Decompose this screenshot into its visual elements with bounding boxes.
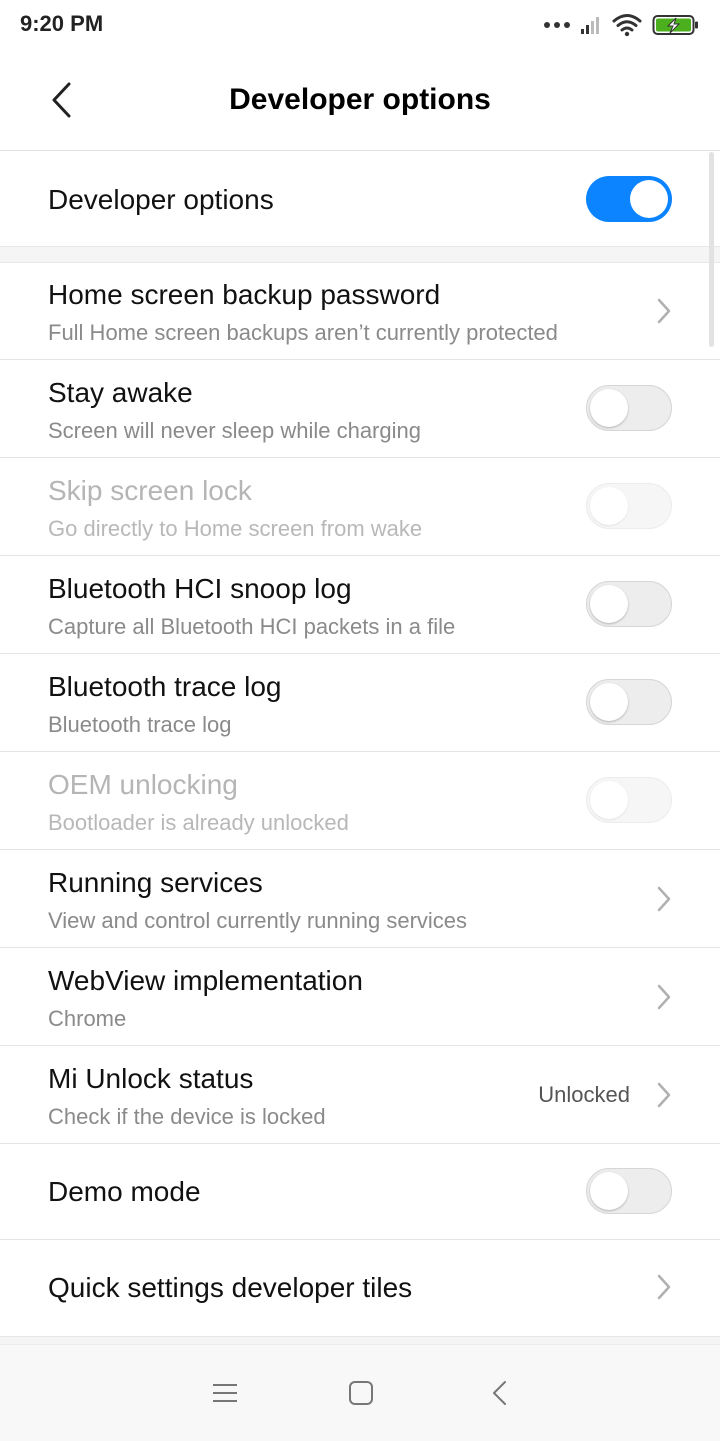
- bluetooth-trace-log-toggle[interactable]: [586, 679, 672, 725]
- toggle-knob: [590, 585, 628, 623]
- home-button[interactable]: [341, 1373, 381, 1413]
- scrollbar[interactable]: [709, 152, 714, 347]
- chevron-right-icon: [657, 1274, 671, 1300]
- dots-icon: [544, 22, 570, 28]
- setting-bluetooth-hci-snoop-log[interactable]: Bluetooth HCI snoop log Capture all Blue…: [0, 556, 720, 654]
- home-icon: [349, 1381, 373, 1405]
- setting-title: WebView implementation: [48, 965, 363, 996]
- setting-subtitle: Bluetooth trace log: [48, 712, 232, 737]
- setting-title: Quick settings developer tiles: [48, 1272, 413, 1303]
- setting-subtitle: Chrome: [48, 1006, 127, 1031]
- status-bar: 9:20 PM: [0, 0, 720, 50]
- setting-title: Bluetooth HCI snoop log: [48, 573, 352, 604]
- setting-bluetooth-trace-log[interactable]: Bluetooth trace log Bluetooth trace log: [0, 654, 720, 752]
- setting-title: Demo mode: [48, 1176, 201, 1207]
- menu-icon: [213, 1384, 237, 1402]
- header: Developer options: [0, 50, 720, 151]
- setting-title: Mi Unlock status: [48, 1063, 254, 1094]
- toggle-knob: [590, 487, 628, 525]
- chevron-right-icon: [657, 1082, 671, 1108]
- mi-unlock-status-value: Unlocked: [538, 1082, 630, 1107]
- recent-apps-button[interactable]: [205, 1373, 245, 1413]
- toggle-knob: [590, 1172, 628, 1210]
- back-icon: [493, 1381, 506, 1405]
- chevron-right-icon: [657, 984, 671, 1010]
- status-time: 9:20 PM: [20, 11, 104, 36]
- setting-stay-awake[interactable]: Stay awake Screen will never sleep while…: [0, 360, 720, 458]
- status-icons: [544, 12, 700, 38]
- toggle-knob: [590, 389, 628, 427]
- chevron-right-icon: [657, 298, 671, 324]
- setting-subtitle: View and control currently running servi…: [48, 908, 468, 933]
- setting-mi-unlock-status[interactable]: Mi Unlock status Check if the device is …: [0, 1046, 720, 1144]
- setting-quick-settings-developer-tiles[interactable]: Quick settings developer tiles: [0, 1240, 720, 1335]
- stay-awake-toggle[interactable]: [586, 385, 672, 431]
- setting-subtitle: Full Home screen backups aren’t currentl…: [48, 320, 558, 345]
- toggle-knob: [590, 683, 628, 721]
- setting-subtitle: Check if the device is locked: [48, 1104, 326, 1129]
- setting-home-screen-backup-password[interactable]: Home screen backup password Full Home sc…: [0, 262, 720, 360]
- battery-charging-icon: [652, 15, 698, 35]
- setting-subtitle: Bootloader is already unlocked: [48, 810, 349, 835]
- setting-webview-implementation[interactable]: WebView implementation Chrome: [0, 948, 720, 1046]
- system-back-button[interactable]: [480, 1373, 520, 1413]
- setting-oem-unlocking: OEM unlocking Bootloader is already unlo…: [0, 752, 720, 850]
- toggle-knob: [630, 180, 668, 218]
- setting-title: Bluetooth trace log: [48, 671, 282, 702]
- setting-title: Home screen backup password: [48, 279, 441, 310]
- setting-title: Running services: [48, 867, 263, 898]
- settings-list: Home screen backup password Full Home sc…: [0, 262, 720, 1335]
- navigation-bar: [0, 1344, 720, 1441]
- developer-options-master-toggle[interactable]: [586, 176, 672, 222]
- developer-options-master-row[interactable]: Developer options: [0, 151, 720, 246]
- chevron-right-icon: [657, 886, 671, 912]
- signal-icon: [581, 17, 599, 34]
- setting-subtitle: Go directly to Home screen from wake: [48, 516, 423, 541]
- demo-mode-toggle[interactable]: [586, 1168, 672, 1214]
- setting-subtitle: Capture all Bluetooth HCI packets in a f…: [48, 614, 456, 639]
- setting-title: Stay awake: [48, 377, 193, 408]
- master-toggle-label: Developer options: [48, 184, 274, 215]
- skip-screen-lock-toggle: [586, 483, 672, 529]
- oem-unlocking-toggle: [586, 777, 672, 823]
- page-title: Developer options: [229, 83, 491, 116]
- setting-running-services[interactable]: Running services View and control curren…: [0, 850, 720, 948]
- wifi-icon: [612, 14, 642, 37]
- setting-title: Skip screen lock: [48, 475, 252, 506]
- setting-skip-screen-lock: Skip screen lock Go directly to Home scr…: [0, 458, 720, 556]
- bluetooth-hci-snoop-log-toggle[interactable]: [586, 581, 672, 627]
- setting-demo-mode[interactable]: Demo mode: [0, 1144, 720, 1240]
- section-divider: [0, 246, 720, 263]
- setting-title: OEM unlocking: [48, 769, 238, 800]
- setting-subtitle: Screen will never sleep while charging: [48, 418, 421, 443]
- toggle-knob: [590, 781, 628, 819]
